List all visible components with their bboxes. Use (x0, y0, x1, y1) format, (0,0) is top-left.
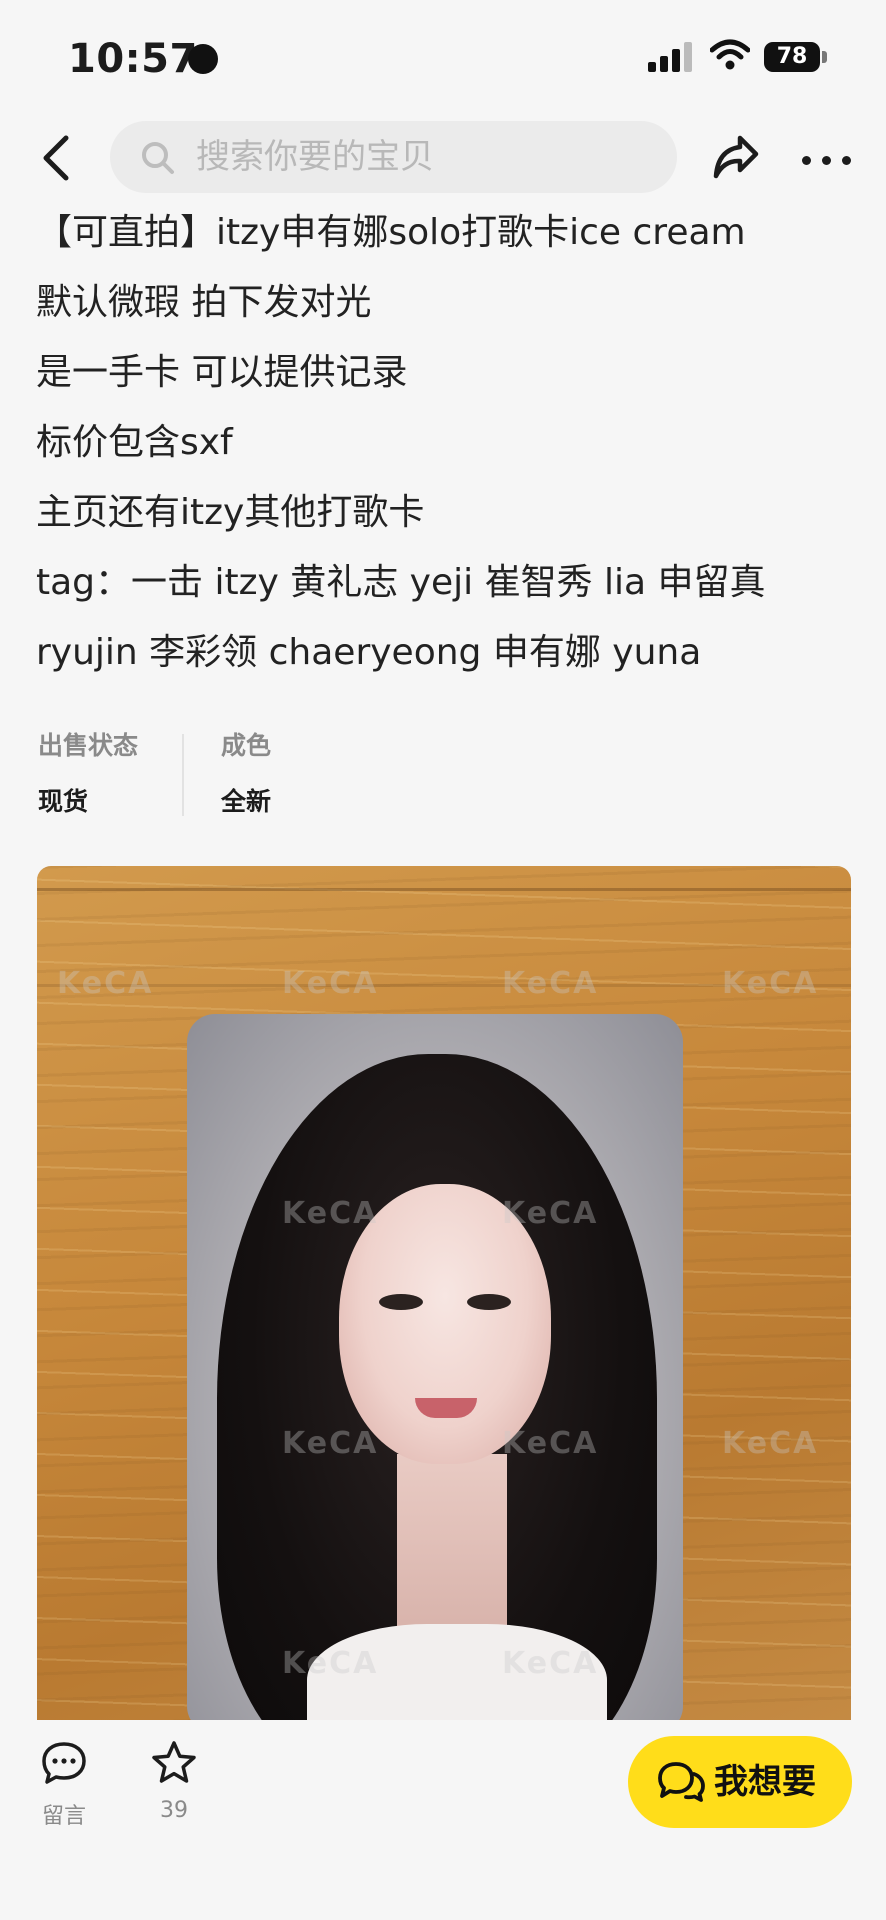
attribute-condition: 成色 全新 (221, 728, 271, 820)
bottom-action-bar: 留言 39 我想要 (0, 1720, 886, 1920)
attribute-value: 全新 (221, 787, 272, 816)
more-icon[interactable] (802, 156, 852, 166)
description-line: ryujin 李彩领 chaeryeong 申有娜 yuna (36, 632, 702, 673)
want-label: 我想要 (714, 1762, 816, 1802)
product-photo[interactable]: KeCA KeCA KeCA KeCA KeCA KeCA KeCA KeCA … (37, 866, 851, 1720)
attribute-label: 出售状态 (38, 731, 139, 760)
table-seam (37, 984, 851, 987)
battery-icon: 78 (764, 42, 820, 72)
photocard-eye (467, 1294, 511, 1310)
attribute-label: 成色 (221, 731, 272, 760)
attribute-divider (182, 734, 184, 816)
comment-label: 留言 (41, 1804, 86, 1829)
table-seam (37, 888, 851, 891)
recording-indicator-icon (188, 44, 218, 74)
attribute-value: 现货 (38, 787, 89, 816)
share-icon[interactable] (712, 134, 760, 180)
photocard-eye (379, 1294, 423, 1310)
wifi-icon (710, 39, 750, 70)
attribute-sale-status: 出售状态 现货 (38, 728, 138, 820)
chat-bubbles-icon (658, 1762, 705, 1802)
watermark: KeCA (722, 1426, 819, 1461)
photocard-shirt (307, 1624, 607, 1720)
favorite-count: 39 (160, 1798, 188, 1823)
description-line: 标价包含sxf (36, 422, 233, 463)
back-arrow-icon[interactable] (36, 134, 76, 182)
comment-icon (42, 1742, 86, 1784)
photocard (187, 1014, 683, 1720)
description-line: tag：一击 itzy 黄礼志 yeji 崔智秀 lia 申留真 (36, 562, 766, 603)
description-line: 默认微瑕 拍下发对光 (36, 282, 372, 323)
search-bar[interactable]: 搜索你要的宝贝 (110, 121, 677, 193)
favorite-button[interactable]: 39 (148, 1740, 200, 1823)
cellular-signal-icon (648, 40, 692, 72)
want-button[interactable]: 我想要 (628, 1736, 852, 1828)
description-line: 是一手卡 可以提供记录 (36, 352, 408, 393)
description-line: 主页还有itzy其他打歌卡 (36, 492, 425, 533)
search-icon (142, 142, 174, 174)
photocard-lips (415, 1398, 477, 1418)
search-placeholder: 搜索你要的宝贝 (196, 137, 434, 177)
status-bar: 10:57 78 (0, 0, 886, 110)
description-line: 【可直拍】itzy申有娜solo打歌卡ice cream (36, 212, 746, 253)
photocard-face (339, 1184, 551, 1464)
battery-tip (822, 51, 827, 63)
star-icon (152, 1741, 196, 1783)
item-description: 【可直拍】itzy申有娜solo打歌卡ice cream 默认微瑕 拍下发对光 … (36, 198, 866, 688)
comment-button[interactable]: 留言 (38, 1740, 90, 1830)
status-time: 10:57 (68, 36, 198, 82)
